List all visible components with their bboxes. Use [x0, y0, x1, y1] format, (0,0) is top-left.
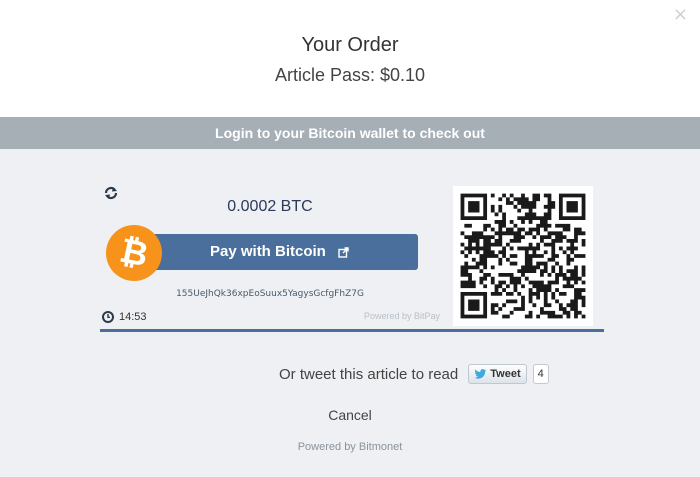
invoice-timer: 14:53 — [102, 311, 147, 323]
cancel-button[interactable]: Cancel — [300, 407, 400, 423]
bitcoin-address: 155UeJhQk36xpEoSuux5YagysGcfgFhZ7G — [176, 289, 364, 299]
pay-with-bitcoin-button[interactable]: Pay with Bitcoin — [138, 234, 418, 270]
powered-by-bitpay[interactable]: Powered by BitPay — [330, 311, 440, 321]
order-item-price: Article Pass: $0.10 — [274, 65, 426, 85]
bitcoin-logo-icon: ₿ — [106, 225, 162, 281]
timer-text: 14:53 — [119, 311, 147, 323]
powered-by-bitmonet[interactable]: Powered by Bitmonet — [250, 441, 450, 453]
close-icon[interactable]: × — [673, 6, 688, 24]
progress-rule — [100, 329, 604, 332]
clock-icon — [102, 311, 114, 323]
tweet-button[interactable]: Tweet — [468, 364, 527, 384]
external-link-icon — [338, 246, 349, 258]
order-title: Your Order — [301, 34, 399, 56]
twitter-bird-icon — [474, 368, 487, 379]
tweet-prompt: Or tweet this article to read — [279, 365, 459, 383]
wallet-login-banner: Login to your Bitcoin wallet to check ou… — [0, 117, 700, 149]
bitcoin-symbol: ₿ — [116, 230, 152, 276]
tweet-row: Or tweet this article to read Tweet 4 — [279, 364, 549, 384]
tweet-count: 4 — [532, 364, 549, 384]
qr-modules — [460, 193, 586, 319]
btc-amount: 0.0002 BTC — [227, 198, 313, 215]
qr-code — [453, 186, 593, 326]
tweet-button-label: Tweet — [490, 368, 521, 380]
refresh-icon[interactable] — [103, 185, 119, 201]
pay-button-label: Pay with Bitcoin — [210, 243, 326, 260]
